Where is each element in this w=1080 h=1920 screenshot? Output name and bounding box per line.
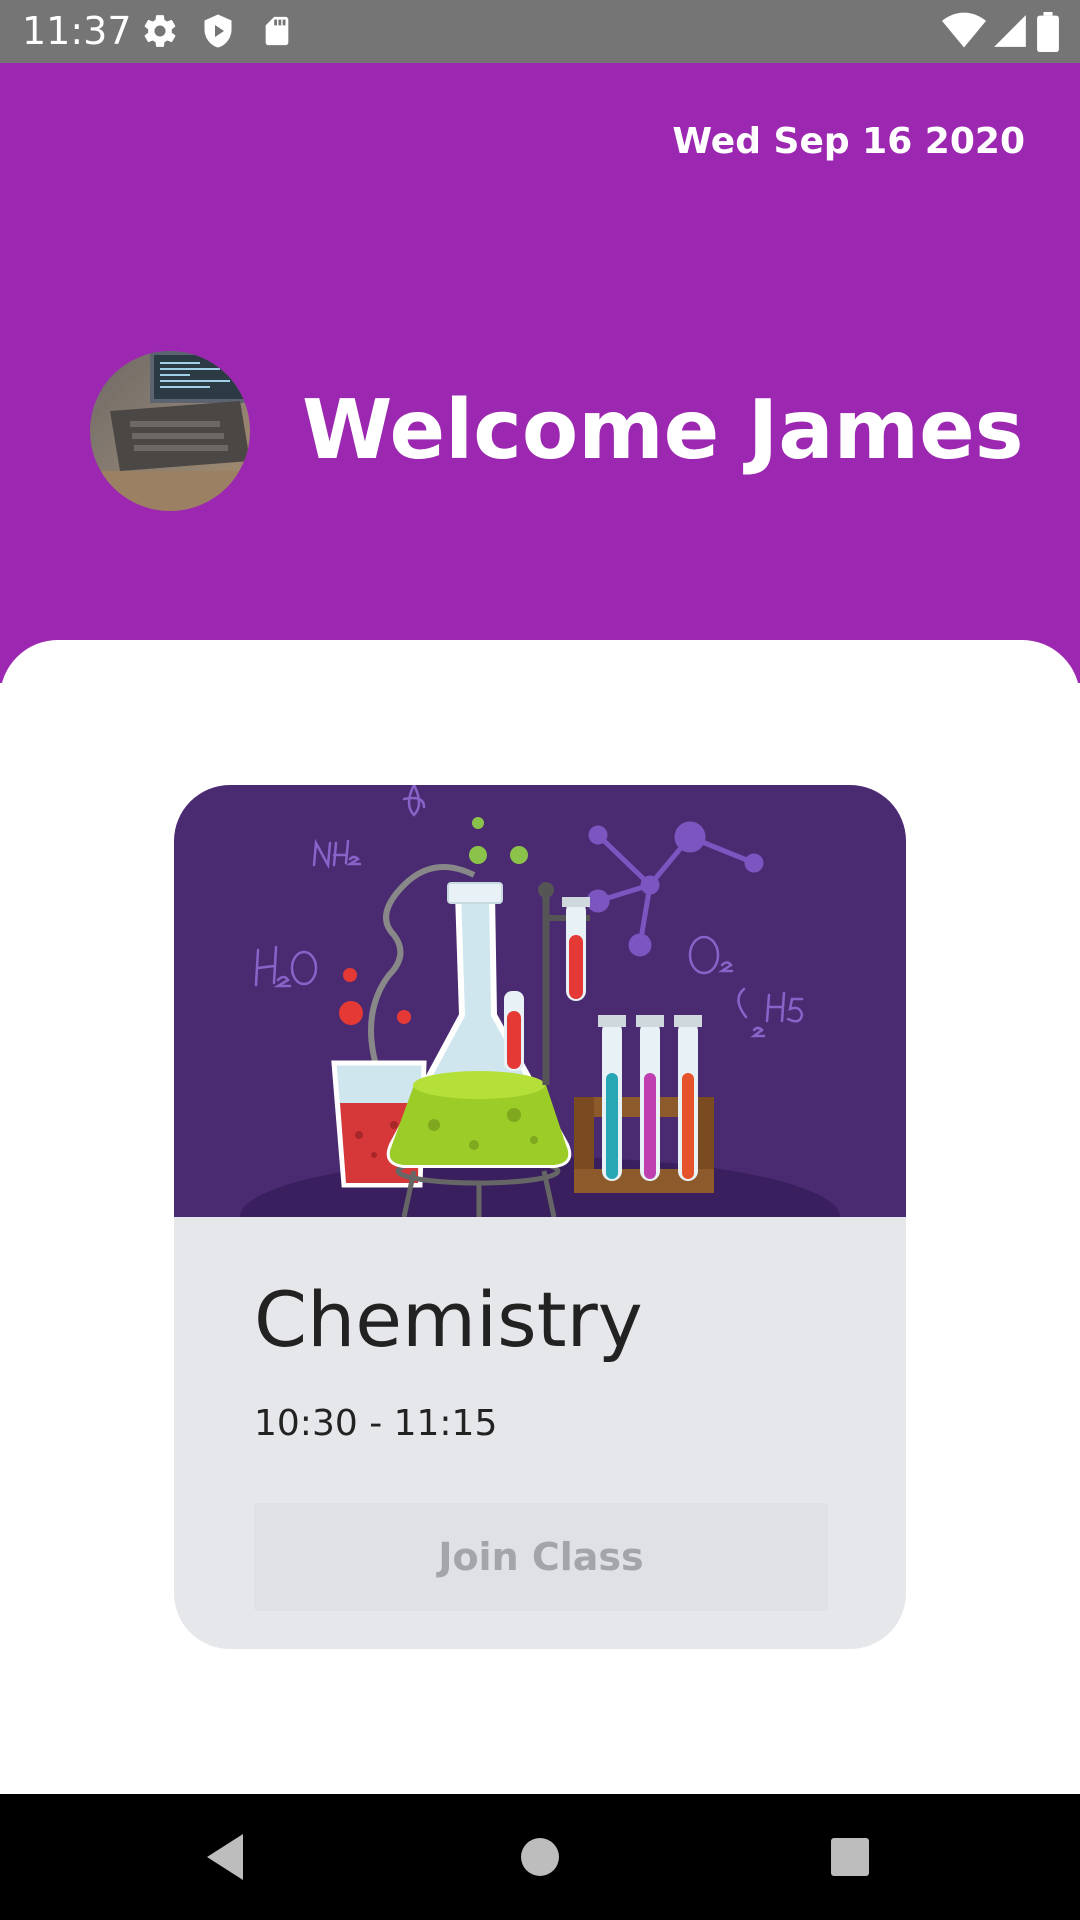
class-card[interactable]: Chemistry 10:30 - 11:15 Join Class — [174, 785, 906, 1649]
avatar-photo — [90, 351, 250, 511]
join-class-button[interactable]: Join Class — [254, 1503, 828, 1611]
back-icon[interactable] — [165, 1794, 285, 1920]
avatar[interactable] — [90, 351, 250, 511]
navigation-bar — [0, 1794, 1080, 1920]
class-name: Chemistry — [254, 1275, 643, 1364]
chemistry-illustration — [174, 785, 906, 1217]
home-icon[interactable] — [480, 1794, 600, 1920]
shield-icon — [204, 14, 232, 48]
header-date: Wed Sep 16 2020 — [672, 121, 1025, 162]
header: Wed Sep 16 2020 Welcome James — [0, 63, 1080, 683]
recents-icon[interactable] — [790, 1794, 910, 1920]
class-time: 10:30 - 11:15 — [254, 1403, 498, 1444]
status-bar: 11:37 — [0, 0, 1080, 63]
battery-icon — [1037, 12, 1059, 52]
status-time: 11:37 — [22, 9, 132, 53]
card-body: Chemistry 10:30 - 11:15 Join Class — [174, 1217, 906, 1649]
settings-icon — [144, 15, 176, 47]
sd-card-icon — [265, 16, 289, 46]
welcome-heading: Welcome James — [302, 383, 1024, 478]
signal-icon — [994, 15, 1026, 47]
wifi-icon — [942, 12, 986, 48]
